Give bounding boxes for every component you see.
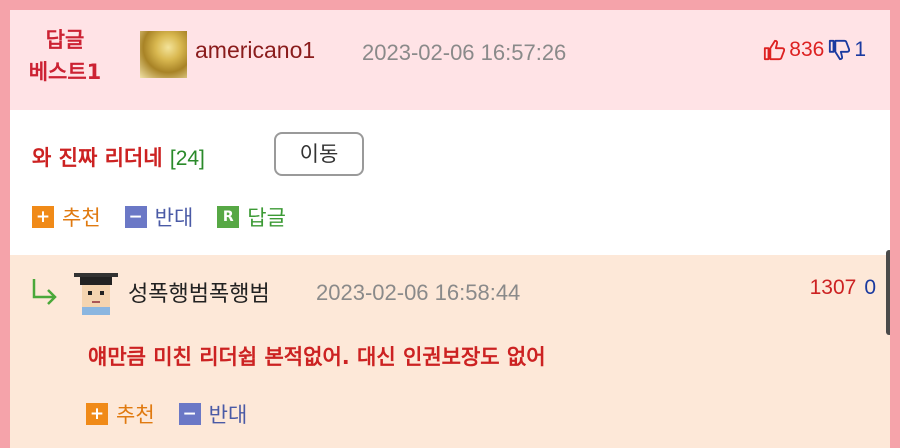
reply-count: [24] [169, 147, 205, 170]
upvote-count: 836 [789, 38, 825, 61]
reply-label: 답글 [247, 206, 286, 230]
username[interactable]: americano1 [195, 37, 315, 64]
reply-icon: R [217, 206, 240, 228]
comment-text: 와 진짜 리더네 [24] [32, 142, 205, 172]
plus-icon: + [32, 206, 54, 228]
sub-reply: 성폭행범폭행범 2023-02-06 16:58:44 1307 0 얘만큼 미… [10, 255, 890, 448]
vote-counts: 836 1 [763, 38, 866, 62]
comment-content: 와 진짜 리더네 [32, 146, 163, 170]
reply-actions: + 추천 − 반대 [86, 399, 247, 429]
upvote-count: 1307 [809, 276, 857, 299]
comment-body: 와 진짜 리더네 [24] 이동 + 추천 − 반대 R 답글 [10, 110, 890, 255]
reply-button[interactable]: R 답글 [217, 202, 286, 232]
username[interactable]: 성폭행범폭행범 [128, 276, 270, 308]
plus-icon: + [86, 403, 108, 425]
badge-line-2: 베스트1 [28, 60, 102, 84]
recommend-label: 추천 [62, 206, 101, 230]
avatar[interactable] [72, 267, 120, 315]
badge-line-1: 답글 [45, 28, 85, 52]
recommend-button[interactable]: + 추천 [32, 202, 101, 232]
comment-frame: 답글 베스트1 americano1 2023-02-06 16:57:26 8… [10, 10, 890, 448]
comment-datetime: 2023-02-06 16:57:26 [362, 40, 567, 65]
downvote-count: 0 [864, 276, 876, 299]
minus-icon: − [178, 403, 201, 425]
comment-datetime: 2023-02-06 16:58:44 [316, 280, 521, 305]
oppose-label: 반대 [154, 206, 194, 230]
downvote-count: 1 [854, 38, 866, 61]
reply-arrow-icon [32, 279, 57, 305]
move-button[interactable]: 이동 [274, 132, 364, 176]
recommend-label: 추천 [116, 403, 155, 427]
best-comment-header: 답글 베스트1 americano1 2023-02-06 16:57:26 8… [10, 10, 890, 110]
avatar[interactable] [140, 31, 187, 78]
oppose-button[interactable]: − 반대 [178, 399, 248, 429]
comment-actions: + 추천 − 반대 R 답글 [32, 202, 286, 232]
oppose-button[interactable]: − 반대 [124, 202, 194, 232]
vote-counts: 1307 0 [810, 276, 876, 300]
thumbs-up-icon[interactable] [763, 39, 786, 61]
best-reply-badge: 답글 베스트1 [10, 24, 120, 88]
scrollbar[interactable] [886, 250, 890, 335]
minus-icon: − [124, 206, 147, 228]
reply-content: 얘만큼 미친 리더쉽 본적없어. 대신 인권보장도 없어 [88, 345, 546, 369]
thumbs-down-icon[interactable] [828, 39, 851, 61]
recommend-button[interactable]: + 추천 [86, 399, 155, 429]
oppose-label: 반대 [208, 403, 248, 427]
